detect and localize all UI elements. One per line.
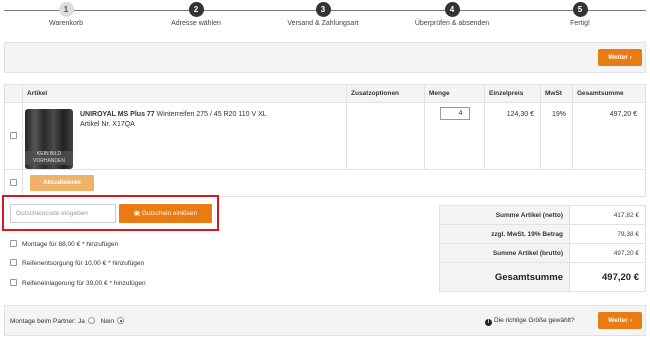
coupon-highlight-box: Gutscheincode eingeben ▣ Gutschein einlö… — [2, 195, 219, 231]
option-montage[interactable]: Montage für 88,00 € * hinzufügen — [10, 240, 118, 248]
row-total: 497,20 € — [572, 102, 646, 170]
step-fertig: 5 Fertig! — [525, 2, 635, 27]
option-checkbox[interactable] — [10, 279, 17, 286]
cart-header-row: Artikel Zusatzoptionen Menge Einzelpreis… — [4, 84, 646, 103]
update-row: Aktualisieren — [4, 169, 646, 197]
grand-total-value: 497,20 € — [569, 262, 646, 292]
montage-ja-radio[interactable] — [87, 317, 95, 324]
checkout-steps: 1 Warenkorb 2 Adresse wählen 3 Versand &… — [0, 0, 650, 34]
product-image[interactable]: KEIN BILD VORHANDEN — [25, 109, 73, 169]
totals-value: 417,82 € — [569, 205, 646, 225]
select-all-checkbox[interactable] — [10, 178, 17, 186]
aktualisieren-button[interactable]: Aktualisieren — [30, 175, 94, 191]
header-einzelpreis: Einzelpreis — [484, 84, 541, 103]
option-entsorgung[interactable]: Reifenentsorgung für 10,00 € * hinzufüge… — [10, 259, 144, 267]
step-label: Fertig! — [570, 20, 590, 27]
step-label: Versand & Zahlungsart — [287, 20, 359, 27]
gift-icon: ▣ — [133, 210, 141, 217]
zusatz-cell — [346, 102, 425, 170]
totals-label: Summe Artikel (netto) — [439, 205, 570, 225]
montage-ja-label: Ja — [77, 318, 85, 325]
step-number: 4 — [444, 2, 460, 17]
montage-nein-label: Nein — [100, 318, 114, 325]
header-menge: Menge — [424, 84, 485, 103]
top-action-bar: Weiter › — [4, 42, 646, 73]
product-article-number: Artikel Nr. X17QA — [80, 121, 135, 128]
totals-row-gesamt: Gesamtsumme 497,20 € — [439, 262, 646, 292]
step-label: Überprüfen & absenden — [414, 20, 490, 27]
cart-table: Artikel Zusatzoptionen Menge Einzelpreis… — [4, 84, 646, 197]
totals-value: 497,20 € — [569, 243, 646, 263]
option-checkbox[interactable] — [10, 259, 17, 266]
unit-price: 124,30 € — [484, 102, 541, 170]
bottom-action-bar: Montage beim Partner: Ja Nein i Die richt… — [4, 305, 646, 336]
size-hint[interactable]: i Die richtige Größe gewählt? — [485, 317, 575, 326]
option-checkbox[interactable] — [10, 240, 17, 247]
step-adresse: 2 Adresse wählen — [141, 2, 251, 27]
redeem-coupon-button[interactable]: ▣ Gutschein einlösen — [119, 204, 212, 223]
totals-label: Summe Artikel (brutto) — [439, 243, 570, 263]
product-brand[interactable]: UNIROYAL MS Plus 77 — [80, 111, 155, 118]
coupon-code-input[interactable]: Gutscheincode eingeben — [10, 204, 116, 223]
menge-cell: 4 — [424, 102, 485, 170]
step-label: Warenkorb — [49, 20, 83, 27]
totals-row-mwst: zzgl. MwSt. 19% Betrag 79,38 € — [439, 224, 646, 244]
row-checkbox-cell — [4, 102, 23, 170]
header-gesamtsumme: Gesamtsumme — [572, 84, 646, 103]
step-number: 5 — [572, 2, 588, 17]
update-cell: Aktualisieren — [22, 169, 646, 197]
redeem-coupon-label: Gutschein einlösen — [141, 210, 198, 217]
quantity-input[interactable]: 4 — [439, 107, 470, 120]
totals-value: 79,38 € — [569, 224, 646, 244]
step-warenkorb: 1 Warenkorb — [11, 2, 121, 27]
montage-nein-radio[interactable] — [117, 317, 124, 324]
vat-rate: 19% — [540, 102, 573, 170]
header-mwst: MwSt — [540, 84, 573, 103]
option-label: Reifenentsorgung für 10,00 € * hinzufüge… — [22, 260, 145, 267]
artikel-cell: KEIN BILD VORHANDEN UNIROYAL MS Plus 77 … — [22, 102, 347, 170]
totals-label: zzgl. MwSt. 19% Betrag — [439, 224, 570, 244]
no-image-label: KEIN BILD VORHANDEN — [25, 151, 73, 165]
step-label: Adresse wählen — [171, 20, 221, 27]
montage-label: Montage beim Partner: — [10, 318, 77, 325]
montage-partner-choice: Montage beim Partner: Ja Nein — [10, 317, 128, 325]
step-number: 2 — [188, 2, 204, 17]
option-label: Reifeneinlagerung für 39,00 € * hinzufüg… — [22, 280, 146, 287]
table-row: KEIN BILD VORHANDEN UNIROYAL MS Plus 77 … — [4, 102, 646, 170]
row-select-checkbox[interactable] — [10, 131, 17, 139]
step-number: 3 — [315, 2, 331, 17]
option-einlagerung[interactable]: Reifeneinlagerung für 39,00 € * hinzufüg… — [10, 279, 146, 287]
product-description: Winterreifen 275 / 45 R20 110 V XL — [156, 111, 267, 118]
option-label: Montage für 88,00 € * hinzufügen — [22, 241, 119, 248]
update-checkbox-cell — [4, 169, 23, 197]
grand-total-label: Gesamtsumme — [439, 262, 570, 292]
step-number: 1 — [58, 2, 74, 17]
size-hint-text: Die richtige Größe gewählt? — [494, 317, 575, 324]
info-icon: i — [485, 319, 492, 326]
totals-row-netto: Summe Artikel (netto) 417,82 € — [439, 205, 646, 225]
step-versand: 3 Versand & Zahlungsart — [268, 2, 378, 27]
header-artikel: Artikel — [22, 84, 347, 103]
weiter-button-top[interactable]: Weiter › — [598, 49, 642, 66]
weiter-button-bottom[interactable]: Weiter › — [598, 312, 642, 329]
header-zusatzoptionen: Zusatzoptionen — [346, 84, 425, 103]
header-checkbox-cell — [4, 84, 23, 103]
totals-row-brutto: Summe Artikel (brutto) 497,20 € — [439, 243, 646, 263]
step-ueberpruefen: 4 Überprüfen & absenden — [397, 2, 507, 27]
totals-table: Summe Artikel (netto) 417,82 € zzgl. MwS… — [439, 205, 646, 292]
